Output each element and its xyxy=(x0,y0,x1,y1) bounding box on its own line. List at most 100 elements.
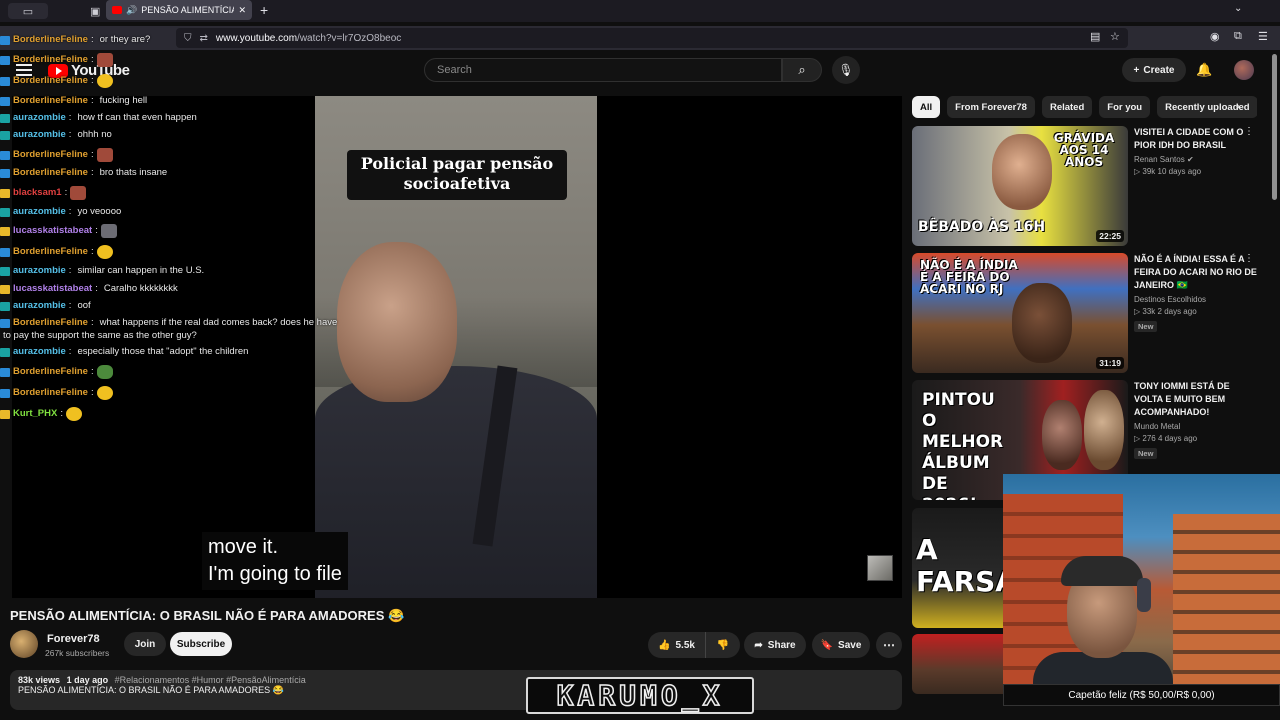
more-options-icon[interactable]: ⋮ xyxy=(1244,126,1254,137)
chat-username[interactable]: aurazombie xyxy=(13,206,66,218)
reader-mode-icon[interactable]: ▤ xyxy=(1090,30,1100,43)
filter-chips: All From Forever78 Related For you Recently … xyxy=(912,96,1257,118)
chat-username[interactable]: aurazombie xyxy=(13,112,66,124)
filter-chip[interactable]: All xyxy=(912,96,941,118)
filter-chip[interactable]: Recently uploaded xyxy=(1157,96,1257,118)
recommended-video[interactable]: GRÁVIDA AOS 14 ANOS BÊBADO ÀS 16H 22:25 … xyxy=(912,126,1257,246)
chat-username[interactable]: aurazombie xyxy=(13,265,66,277)
sidebar-toggle-button[interactable]: ▭ xyxy=(8,3,48,19)
video-thumbnail[interactable]: NÃO É A ÍNDIA É A FEIRA DO ACARI NO RJ 3… xyxy=(912,253,1128,373)
tab-list-chevron-icon[interactable]: ⌄ xyxy=(1234,3,1242,14)
like-button[interactable]: 👍 5.5k xyxy=(648,632,706,658)
youtube-favicon-icon xyxy=(112,6,122,14)
chat-badge-icon xyxy=(0,318,10,328)
chat-username[interactable]: BorderlineFeline xyxy=(13,75,88,87)
app-menu-icon[interactable]: ☰ xyxy=(1258,30,1268,43)
share-button[interactable]: ➦ Share xyxy=(744,632,806,658)
new-tab-button[interactable]: + xyxy=(260,2,268,18)
more-dots-icon: ⋯ xyxy=(883,638,895,652)
recommended-video[interactable]: NÃO É A ÍNDIA É A FEIRA DO ACARI NO RJ 3… xyxy=(912,253,1257,373)
chat-username[interactable]: BorderlineFeline xyxy=(13,34,88,46)
channel-name[interactable]: Mundo Metal xyxy=(1134,422,1259,431)
streamer-name-banner: KARUMO_X xyxy=(526,677,754,714)
age: 4 days ago xyxy=(1157,434,1198,443)
more-options-icon[interactable]: ⋮ xyxy=(1244,253,1254,264)
share-arrow-icon: ➦ xyxy=(754,639,763,651)
thumb-caption-top: GRÁVIDA AOS 14 ANOS xyxy=(1053,131,1115,169)
chat-username[interactable]: BorderlineFeline xyxy=(13,95,88,107)
chat-colon: : xyxy=(90,75,94,86)
chat-username[interactable]: lucasskatistabeat xyxy=(13,283,92,295)
chips-next-chevron-icon[interactable]: › xyxy=(1236,99,1240,113)
chat-username[interactable]: lucasskatistabeat xyxy=(13,225,92,237)
chat-username[interactable]: BorderlineFeline xyxy=(13,54,88,66)
stream-chat-overlay: BorderlineFeline: or they are? BorderlineF… xyxy=(0,34,380,424)
thumb-caption-top: PINTOU O MELHOR ÁLBUM DE 2026! xyxy=(922,390,1004,500)
chat-badge-icon xyxy=(0,55,10,65)
chat-username[interactable]: BorderlineFeline xyxy=(13,167,88,179)
chat-username[interactable]: blacksam1 xyxy=(13,187,62,199)
channel-name[interactable]: Renan Santos ✔ xyxy=(1134,155,1259,164)
scrollbar-thumb[interactable] xyxy=(1272,54,1277,200)
chat-badge-icon xyxy=(0,113,10,123)
chat-colon: : xyxy=(68,265,72,276)
chat-username[interactable]: aurazombie xyxy=(13,300,66,312)
thumb-face xyxy=(1012,283,1072,363)
save-button[interactable]: 🔖 Save xyxy=(812,632,870,658)
search-button[interactable]: ⌕ xyxy=(782,58,822,82)
chat-username[interactable]: aurazombie xyxy=(13,129,66,141)
chat-colon: : xyxy=(90,167,94,178)
video-title[interactable]: VISITEI A CIDADE COM O PIOR IDH DO BRASI… xyxy=(1134,126,1259,152)
views: 33k xyxy=(1142,307,1156,316)
join-button[interactable]: Join xyxy=(124,632,166,656)
chat-colon: : xyxy=(68,129,72,140)
chat-username[interactable]: BorderlineFeline xyxy=(13,246,88,258)
close-tab-icon[interactable]: ✕ xyxy=(238,5,246,16)
channel-name[interactable]: Forever78 xyxy=(47,633,100,645)
filter-chip[interactable]: From Forever78 xyxy=(947,96,1035,118)
chat-username[interactable]: BorderlineFeline xyxy=(13,317,88,329)
bookmark-star-icon[interactable]: ☆ xyxy=(1110,30,1120,43)
video-title[interactable]: NÃO É A ÍNDIA! ESSA É A FEIRA DO ACARI N… xyxy=(1134,253,1259,292)
extensions-icon[interactable]: ⧉ xyxy=(1234,30,1242,43)
video-title[interactable]: TONY IOMMI ESTÁ DE VOLTA E MUITO BEM ACO… xyxy=(1134,380,1259,419)
chat-username[interactable]: aurazombie xyxy=(13,346,66,358)
chat-colon: : xyxy=(68,206,72,217)
hashtags[interactable]: #Relacionamentos #Humor #PensãoAlimentíc… xyxy=(115,675,306,685)
thumb-caption-bottom: BÊBADO ÀS 16H xyxy=(918,219,1046,235)
thumbs-down-icon: 👎 xyxy=(716,639,730,651)
description-box[interactable]: 83k views 1 day ago #Relacionamentos #Hu… xyxy=(10,670,902,710)
video-thumbnail[interactable]: GRÁVIDA AOS 14 ANOS BÊBADO ÀS 16H 22:25 xyxy=(912,126,1128,246)
search-input[interactable]: Search xyxy=(424,58,782,82)
subscribe-button[interactable]: Subscribe xyxy=(170,632,232,656)
filter-chip[interactable]: For you xyxy=(1099,96,1151,118)
user-avatar[interactable] xyxy=(1234,60,1254,80)
account-icon[interactable]: ◉ xyxy=(1210,30,1220,43)
chat-badge-icon xyxy=(0,388,10,398)
dislike-button[interactable]: 👎 xyxy=(706,632,740,658)
subtitle-caption: move it. I'm going to file xyxy=(202,532,348,590)
chat-badge-icon xyxy=(0,150,10,160)
tab-title: PENSÃO ALIMENTÍCIA: O BRASIL xyxy=(141,5,235,15)
channel-name[interactable]: Destinos Escolhidos xyxy=(1134,295,1259,304)
chat-badge-icon xyxy=(0,347,10,357)
voice-search-button[interactable]: 🎙 xyxy=(832,56,860,84)
tab-overview-icon[interactable]: ▣ xyxy=(90,3,100,19)
chat-username[interactable]: BorderlineFeline xyxy=(13,366,88,378)
chat-message: BorderlineFeline: xyxy=(0,148,113,162)
notifications-bell-icon[interactable]: 🔔 xyxy=(1196,62,1212,78)
video-title: PENSÃO ALIMENTÍCIA: O BRASIL NÃO É PARA … xyxy=(10,608,405,623)
create-button[interactable]: + Create xyxy=(1122,58,1186,82)
chat-colon: : xyxy=(68,112,72,123)
share-label: Share xyxy=(767,639,796,651)
chat-username[interactable]: Kurt_PHX xyxy=(13,408,57,420)
more-actions-button[interactable]: ⋯ xyxy=(876,632,902,658)
channel-watermark[interactable] xyxy=(867,555,893,581)
browser-tab-active[interactable]: 🔊 PENSÃO ALIMENTÍCIA: O BRASIL ✕ xyxy=(106,0,252,20)
chat-username[interactable]: BorderlineFeline xyxy=(13,387,88,399)
channel-avatar[interactable] xyxy=(10,630,38,658)
audio-playing-icon[interactable]: 🔊 xyxy=(126,5,137,16)
chat-username[interactable]: BorderlineFeline xyxy=(13,149,88,161)
filter-chip[interactable]: Related xyxy=(1041,96,1093,118)
chat-message: BorderlineFeline: bro thats insane xyxy=(0,167,167,179)
